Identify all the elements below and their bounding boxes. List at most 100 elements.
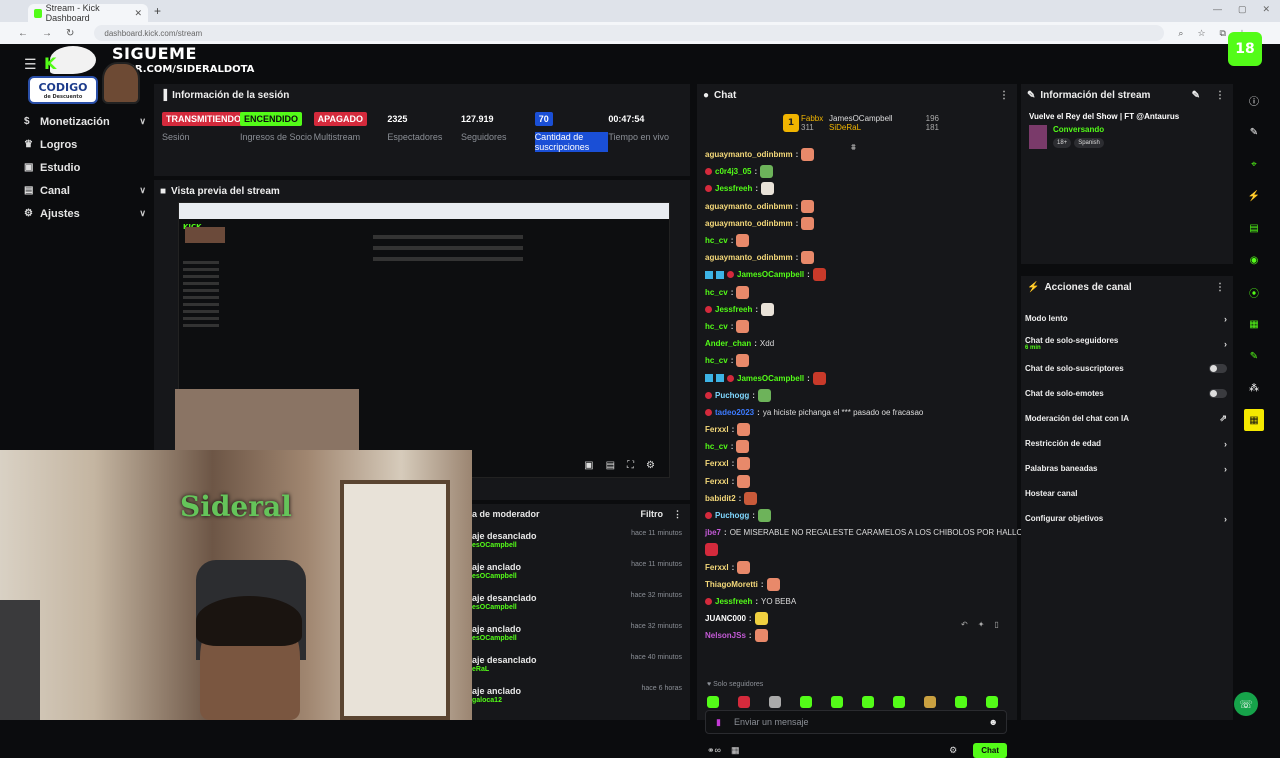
zoom-icon[interactable]: ⌕ — [1178, 28, 1183, 39]
chat-username[interactable]: Jessfreeh — [715, 597, 752, 606]
sidebar-item-monetizacion[interactable]: $ Monetización ∨ — [14, 110, 146, 133]
target-icon[interactable]: ⌖ — [1243, 148, 1265, 180]
extensions-icon[interactable]: ⧉ — [1220, 28, 1226, 39]
chat-input[interactable]: ▮ Enviar un mensaje ☻ — [705, 710, 1007, 734]
close-window-icon[interactable]: ✕ — [1262, 4, 1270, 15]
action-age-restriction[interactable]: Restricción de edad › — [1021, 431, 1233, 456]
emote-icon[interactable] — [862, 696, 874, 708]
chat-username[interactable]: Ferxxl — [705, 563, 729, 572]
chat-icon[interactable]: ◉ — [1243, 244, 1265, 276]
more-icon[interactable]: ⋮ — [1215, 282, 1225, 293]
leaderboard-entry[interactable]: JamesOCampbell 196 SiDeRaL 181 — [829, 114, 939, 132]
more-icon[interactable]: ⋮ — [999, 90, 1009, 101]
chat-username[interactable]: Jessfreeh — [715, 184, 752, 193]
chat-username[interactable]: JamesOCampbell — [737, 270, 804, 279]
reply-icon[interactable]: ↶ — [961, 620, 968, 629]
chat-username[interactable]: hc_cv — [705, 356, 728, 365]
bookmark-star-icon[interactable]: ☆ — [1197, 28, 1205, 39]
theater-icon[interactable]: ▤ — [606, 460, 615, 471]
chat-settings-icon[interactable]: ⚙ — [949, 745, 957, 756]
emote-icon[interactable] — [738, 696, 750, 708]
clapper-icon[interactable]: ▦ — [1244, 409, 1264, 431]
sidebar-item-logros[interactable]: ♛ Logros — [14, 133, 146, 156]
help-chat-icon[interactable]: ☏ — [1234, 692, 1258, 716]
chat-username[interactable]: jbe7 — [705, 528, 721, 537]
chat-username[interactable]: Ferxxl — [705, 459, 729, 468]
wrench-icon[interactable]: ✎ — [1243, 340, 1265, 372]
pip-icon[interactable]: ▣ — [584, 460, 593, 471]
chat-username[interactable]: NelsonJSs — [705, 631, 746, 640]
chat-username[interactable]: c0r4j3_05 — [715, 167, 751, 176]
emote-icon[interactable] — [986, 696, 998, 708]
action-ai-moderation[interactable]: Moderación del chat con IA ⇗ — [1021, 406, 1233, 431]
emote-icon[interactable] — [831, 696, 843, 708]
action-slow-mode[interactable]: Modo lento › — [1021, 306, 1233, 331]
action-host-channel[interactable]: Hostear canal — [1021, 481, 1233, 506]
mod-user[interactable]: esOCampbell — [472, 604, 537, 611]
chat-username[interactable]: Ferxxl — [705, 425, 729, 434]
chat-username[interactable]: Jessfreeh — [715, 305, 752, 314]
action-followers-only[interactable]: Chat de solo-seguidores 6 min › — [1021, 331, 1233, 356]
sidebar-item-estudio[interactable]: ▣ Estudio — [14, 156, 146, 179]
maximize-icon[interactable]: ▢ — [1238, 4, 1247, 15]
subscribers-only-toggle[interactable] — [1209, 364, 1227, 373]
sidebar-item-canal[interactable]: ▤ Canal ∨ — [14, 179, 146, 202]
chat-username[interactable]: Puchogg — [715, 511, 749, 520]
leaderboard-entry[interactable]: Fabbx 311 — [801, 114, 823, 132]
minimize-icon[interactable]: — — [1213, 4, 1222, 15]
lightning-icon[interactable]: ⚡ — [1243, 180, 1265, 212]
info-icon[interactable]: ⓘ — [1243, 84, 1265, 116]
browser-tab[interactable]: Stream - Kick Dashboard ✕ — [28, 3, 148, 23]
more-icon[interactable]: ⋮ — [673, 509, 682, 520]
chat-username[interactable]: babidit2 — [705, 494, 736, 503]
layout-icon[interactable]: ▦ — [1243, 308, 1265, 340]
action-configure-goals[interactable]: Configurar objetivos › — [1021, 506, 1233, 531]
close-tab-icon[interactable]: ✕ — [134, 8, 142, 19]
mod-user[interactable]: esOCampbell — [472, 542, 537, 549]
stream-preview-video[interactable]: KICK ▣ ▤ ⛶ ⚙ — [175, 202, 670, 478]
chat-username[interactable]: hc_cv — [705, 288, 728, 297]
filter-button[interactable]: Filtro — [641, 509, 664, 519]
chat-username[interactable]: JUANC000 — [705, 614, 746, 623]
chat-username[interactable]: hc_cv — [705, 322, 728, 331]
mod-user[interactable]: esOCampbell — [472, 635, 521, 642]
sidebar-item-ajustes[interactable]: ⚙ Ajustes ∨ — [14, 202, 146, 225]
action-banned-words[interactable]: Palabras baneadas › — [1021, 456, 1233, 481]
mod-user[interactable]: esOCampbell — [472, 573, 521, 580]
chat-username[interactable]: Ferxxl — [705, 477, 729, 486]
delete-icon[interactable]: ▯ — [994, 620, 998, 629]
edit-icon[interactable]: ✎ — [1243, 116, 1265, 148]
store-icon[interactable]: ▦ — [731, 745, 740, 756]
fullscreen-icon[interactable]: ⛶ — [627, 460, 634, 471]
chat-username[interactable]: aguaymanto_odinbmm — [705, 150, 793, 159]
send-chat-button[interactable]: Chat — [973, 742, 1007, 758]
back-icon[interactable]: ← — [18, 28, 28, 39]
broadcast-icon[interactable]: ⦿ — [1243, 276, 1265, 308]
emote-icon[interactable] — [800, 696, 812, 708]
reload-icon[interactable]: ↻ — [66, 28, 74, 39]
category-name[interactable]: Conversando — [1053, 125, 1107, 134]
address-bar[interactable]: dashboard.kick.com/stream — [94, 25, 1165, 41]
chat-username[interactable]: hc_cv — [705, 236, 728, 245]
chat-username[interactable]: Puchogg — [715, 391, 749, 400]
microphone-icon[interactable]: ▮ — [716, 717, 721, 728]
clipboard-icon[interactable]: ▤ — [1243, 212, 1265, 244]
chat-username[interactable]: tadeo2023 — [715, 408, 754, 417]
forward-icon[interactable]: → — [42, 28, 52, 39]
emote-icon[interactable] — [769, 696, 781, 708]
more-icon[interactable]: ⋮ — [1215, 90, 1225, 101]
emote-icon[interactable] — [924, 696, 936, 708]
pin-icon[interactable]: ✦ — [978, 620, 985, 629]
emote-icon[interactable] — [707, 696, 719, 708]
settings-icon[interactable]: ⚙ — [646, 460, 655, 471]
emotes-only-toggle[interactable] — [1209, 389, 1227, 398]
chat-username[interactable]: aguaymanto_odinbmm — [705, 219, 793, 228]
share-icon[interactable]: ⁂ — [1243, 372, 1265, 404]
mod-user[interactable]: eRaL — [472, 666, 537, 673]
chat-username[interactable]: Ander_chan — [705, 339, 751, 348]
mod-user[interactable]: galoca12 — [472, 697, 521, 704]
chat-username[interactable]: ThiagoMoretti — [705, 580, 758, 589]
emoji-picker-icon[interactable]: ☻ — [989, 717, 998, 727]
chat-username[interactable]: aguaymanto_odinbmm — [705, 202, 793, 211]
emote-icon[interactable] — [955, 696, 967, 708]
